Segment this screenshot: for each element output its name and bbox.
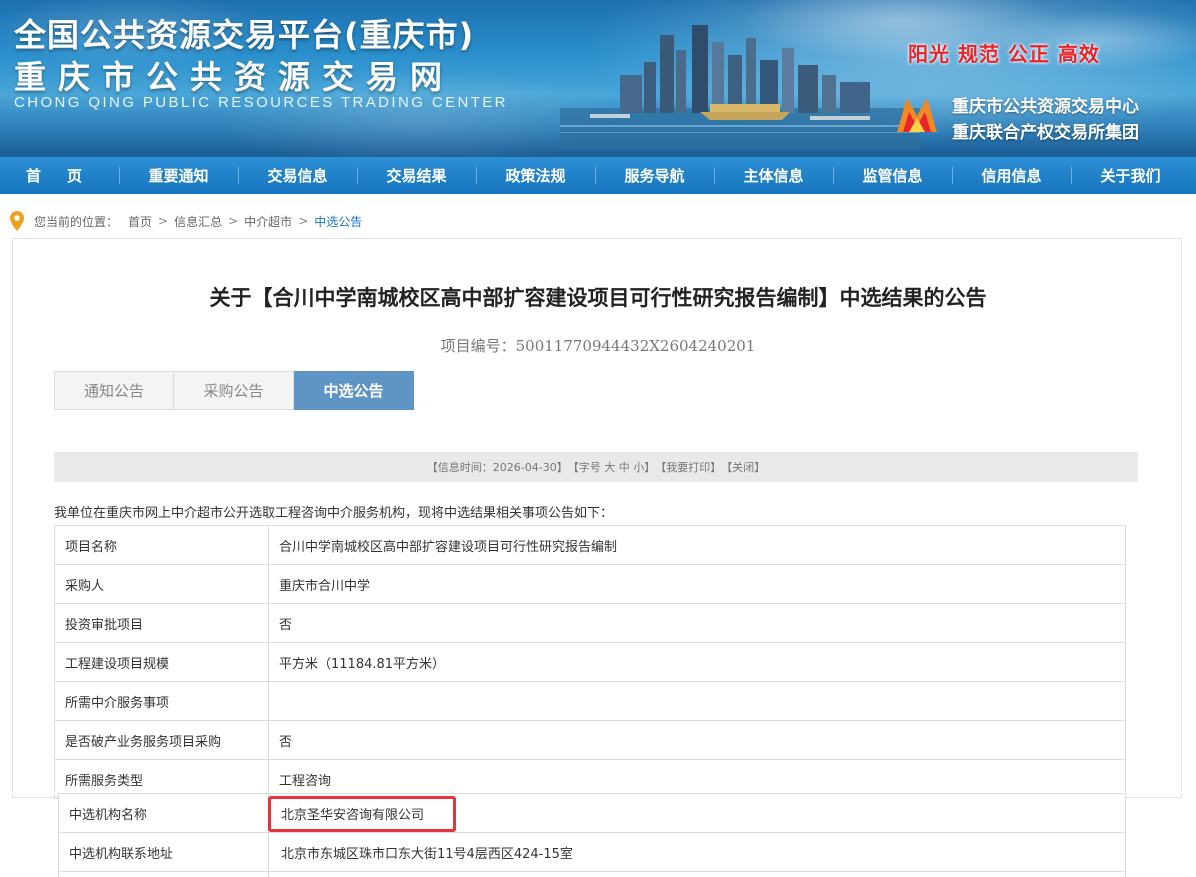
nav-credit-info[interactable]: 信用信息 (952, 157, 1071, 194)
breadcrumb-info-summary[interactable]: 信息汇总 (174, 213, 222, 230)
nav-supervision-info[interactable]: 监管信息 (833, 157, 952, 194)
site-title-line2: 重庆市公共资源交易网 (14, 58, 455, 96)
project-number: 项目编号：50011770944432X2604240201 (440, 337, 756, 355)
table-key: 所需中介服务事项 (54, 681, 269, 721)
table-row: 中选机构名称 北京圣华安咨询有限公司 (58, 793, 1126, 833)
nav-about-us-label: 关于我们 (1100, 167, 1161, 185)
tab-procurement[interactable]: 采购公告 (174, 371, 294, 410)
result-table: 项目名称 合川中学南城校区高中部扩容建设项目可行性研究报告编制 采购人 重庆市合… (54, 525, 1126, 799)
nav-about-us[interactable]: 关于我们 (1071, 157, 1190, 194)
info-bar: 【信息时间：2026-04-30】 【字号 大 中 小】 【我要打印】 【关闭】 (54, 452, 1138, 482)
table-key: 采购人 (54, 564, 269, 604)
nav-trade-result[interactable]: 交易结果 (357, 157, 476, 194)
nav-service-guide-label: 服务导航 (624, 167, 685, 185)
nav-entity-info[interactable]: 主体信息 (714, 157, 833, 194)
breadcrumb-home[interactable]: 首页 (128, 213, 152, 230)
tab-notice[interactable]: 通知公告 (54, 371, 174, 410)
org-logo-icon (897, 98, 937, 132)
nav-important-notice[interactable]: 重要通知 (119, 157, 238, 194)
breadcrumb-prefix: 您当前的位置： (34, 214, 119, 229)
nav-important-notice-label: 重要通知 (148, 167, 209, 185)
table-value: 北京市东城区珠市口东大街11号4层西区424-15室 (268, 832, 1126, 872)
table-row (58, 871, 1126, 877)
table-value: 否 (268, 603, 1126, 643)
announcement-title: 关于【合川中学南城校区高中部扩容建设项目可行性研究报告编制】中选结果的公告 (209, 285, 987, 310)
table-key: 中选机构名称 (58, 793, 269, 833)
table-value (268, 871, 1126, 877)
nav-service-guide[interactable]: 服务导航 (595, 157, 714, 194)
table-row: 所需中介服务事项 (54, 681, 1126, 721)
org-name-1: 重庆市公共资源交易中心 (952, 97, 1139, 117)
info-time: 【信息时间：2026-04-30】 (426, 461, 568, 474)
main-nav: 首页 重要通知 交易信息 交易结果 政策法规 服务导航 主体信息 监管信息 信用… (0, 157, 1196, 194)
selected-agency-name: 北京圣华安咨询有限公司 (268, 793, 1126, 833)
table-value: 平方米（11184.81平方米） (268, 642, 1126, 682)
table-row: 是否破产业务服务项目采购 否 (54, 720, 1126, 760)
breadcrumb-separator: > (228, 214, 239, 228)
site-banner: 全国公共资源交易平台(重庆市) 重庆市公共资源交易网 CHONG QING PU… (0, 0, 1196, 157)
nav-entity-info-label: 主体信息 (743, 167, 804, 185)
nav-home[interactable]: 首页 (0, 157, 119, 194)
nav-trade-info[interactable]: 交易信息 (238, 157, 357, 194)
breadcrumb-agency-market[interactable]: 中介超市 (244, 213, 292, 230)
print-link[interactable]: 【我要打印】 (655, 459, 721, 475)
nav-credit-info-label: 信用信息 (981, 167, 1042, 185)
breadcrumb-separator: > (298, 214, 309, 228)
table-key: 工程建设项目规模 (54, 642, 269, 682)
close-link[interactable]: 【关闭】 (721, 459, 765, 475)
font-size-control[interactable]: 【字号 大 中 小】 (568, 459, 656, 475)
table-key: 投资审批项目 (54, 603, 269, 643)
nav-trade-info-label: 交易信息 (267, 167, 328, 185)
table-value: 合川中学南城校区高中部扩容建设项目可行性研究报告编制 (268, 525, 1126, 565)
table-key (58, 871, 269, 877)
table-row: 采购人 重庆市合川中学 (54, 564, 1126, 604)
table-key: 中选机构联系地址 (58, 832, 269, 872)
nav-policy[interactable]: 政策法规 (476, 157, 595, 194)
announcement-intro: 我单位在重庆市网上中介超市公开选取工程咨询中介服务机构，现将中选结果相关事项公告… (54, 506, 614, 521)
table-row: 项目名称 合川中学南城校区高中部扩容建设项目可行性研究报告编制 (54, 525, 1126, 565)
table-key: 项目名称 (54, 525, 269, 565)
breadcrumb-current[interactable]: 中选公告 (314, 213, 362, 230)
result-table-continued: 中选机构名称 北京圣华安咨询有限公司 中选机构联系地址 北京市东城区珠市口东大街… (58, 793, 1126, 877)
org-name-2: 重庆联合产权交易所集团 (952, 123, 1139, 143)
table-value (268, 681, 1126, 721)
table-value: 否 (268, 720, 1126, 760)
table-row: 投资审批项目 否 (54, 603, 1126, 643)
city-skyline-image (560, 25, 920, 150)
slogan: 阳光 规范 公正 高效 (908, 42, 1100, 66)
location-pin-icon (10, 211, 24, 231)
site-title-line1: 全国公共资源交易平台(重庆市) (14, 16, 475, 54)
breadcrumb-separator: > (158, 214, 169, 228)
table-row: 工程建设项目规模 平方米（11184.81平方米） (54, 642, 1126, 682)
nav-home-label: 首页 (26, 167, 109, 185)
breadcrumb: 您当前的位置： 首页 > 信息汇总 > 中介超市 > 中选公告 (10, 210, 362, 232)
site-title-english: CHONG QING PUBLIC RESOURCES TRADING CENT… (14, 94, 508, 111)
table-row: 中选机构联系地址 北京市东城区珠市口东大街11号4层西区424-15室 (58, 832, 1126, 872)
nav-supervision-info-label: 监管信息 (862, 167, 923, 185)
announcement-tabs: 通知公告 采购公告 中选公告 (54, 371, 414, 410)
table-key: 是否破产业务服务项目采购 (54, 720, 269, 760)
tab-selection-result[interactable]: 中选公告 (294, 371, 414, 410)
table-value: 重庆市合川中学 (268, 564, 1126, 604)
nav-trade-result-label: 交易结果 (386, 167, 447, 185)
nav-policy-label: 政策法规 (505, 167, 566, 185)
